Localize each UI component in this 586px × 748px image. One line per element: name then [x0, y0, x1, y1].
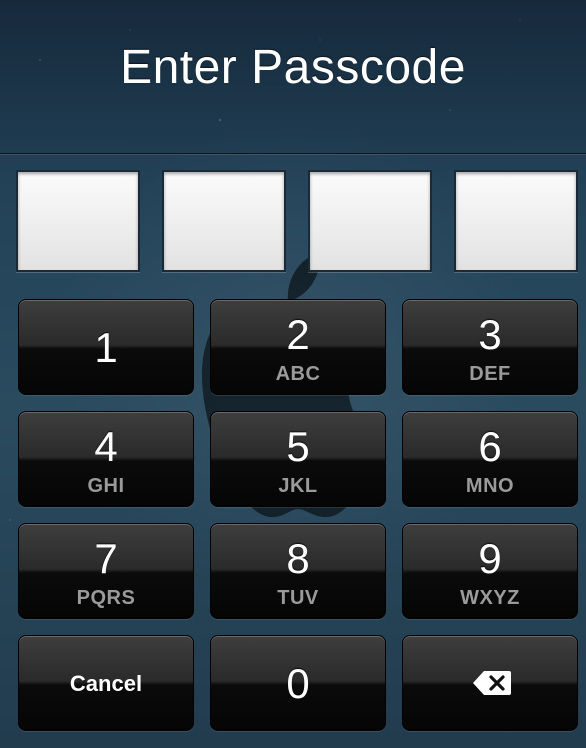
key-digit: 5	[286, 423, 310, 470]
key-letters: JKL	[278, 475, 318, 497]
key-1[interactable]: 1	[18, 299, 194, 395]
key-letters: PQRS	[76, 587, 136, 609]
key-3[interactable]: 3 DEF	[402, 299, 578, 395]
key-0[interactable]: 0	[210, 635, 386, 731]
key-2[interactable]: 2 ABC	[210, 299, 386, 395]
key-letters: TUV	[277, 587, 319, 609]
passcode-digit-box-4	[454, 170, 578, 272]
key-digit: 6	[478, 423, 502, 470]
key-digit: 2	[286, 311, 310, 358]
key-digit: 8	[286, 535, 310, 582]
key-digit: 7	[94, 535, 118, 582]
key-7[interactable]: 7 PQRS	[18, 523, 194, 619]
passcode-digit-box-3	[308, 170, 432, 272]
delete-button[interactable]	[402, 635, 578, 731]
key-4[interactable]: 4 GHI	[18, 411, 194, 507]
cancel-button[interactable]: Cancel	[18, 635, 194, 731]
key-9[interactable]: 9 WXYZ	[402, 523, 578, 619]
key-5[interactable]: 5 JKL	[210, 411, 386, 507]
key-digit: 1	[94, 324, 118, 371]
key-6[interactable]: 6 MNO	[402, 411, 578, 507]
key-letters: MNO	[465, 475, 515, 497]
key-letters: WXYZ	[460, 587, 520, 609]
key-digit: 3	[478, 311, 502, 358]
passcode-digit-box-1	[16, 170, 140, 272]
key-letters: ABC	[275, 363, 321, 385]
passcode-digit-box-2	[162, 170, 286, 272]
cancel-label: Cancel	[69, 671, 143, 696]
header-bar: Enter Passcode	[0, 0, 586, 154]
key-letters: DEF	[469, 363, 511, 385]
key-letters: GHI	[87, 475, 125, 497]
key-digit: 0	[286, 660, 310, 707]
key-digit: 9	[478, 535, 502, 582]
key-8[interactable]: 8 TUV	[210, 523, 386, 619]
key-digit: 4	[94, 423, 118, 470]
page-title: Enter Passcode	[120, 41, 466, 94]
backspace-icon	[473, 671, 511, 695]
